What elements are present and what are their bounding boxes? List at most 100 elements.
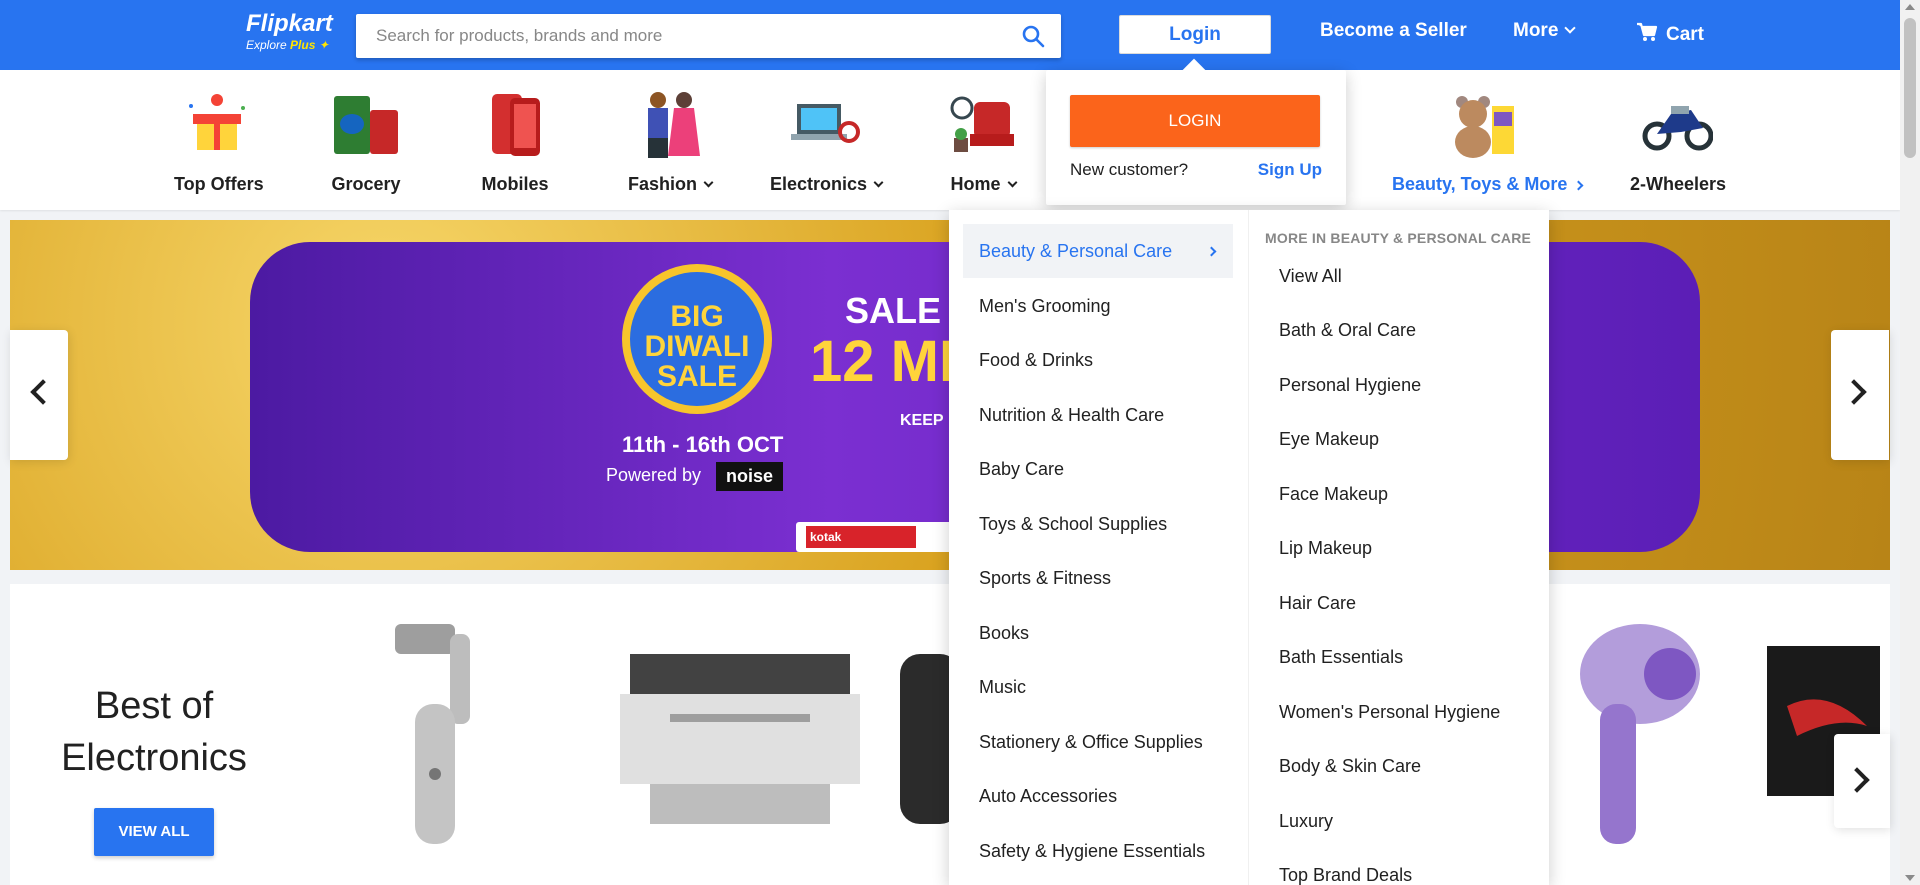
chevron-down-icon: [1564, 22, 1577, 34]
category-grocery[interactable]: Grocery: [328, 88, 404, 195]
category-two-wheelers[interactable]: 2-Wheelers: [1630, 88, 1727, 195]
teddy-icon: [1455, 96, 1514, 158]
mega-menu-primary-list: Beauty & Personal Care Men's Grooming Fo…: [949, 210, 1249, 885]
mega-menu-secondary-list: MORE IN BEAUTY & PERSONAL CARE View All …: [1249, 210, 1549, 885]
submenu-item-eye-makeup[interactable]: Eye Makeup: [1279, 429, 1379, 450]
gift-icon: [189, 94, 245, 150]
banner-prev-button[interactable]: [10, 330, 68, 460]
submenu-item-face-makeup[interactable]: Face Makeup: [1279, 484, 1388, 505]
category-mobiles[interactable]: Mobiles: [480, 88, 550, 195]
banner-headline-large: 12 MI: [810, 329, 956, 394]
submenu-item-bath-oral[interactable]: Bath & Oral Care: [1279, 320, 1416, 341]
banner-subtext: KEEP: [900, 412, 944, 429]
submenu-item-hair-care[interactable]: Hair Care: [1279, 593, 1356, 614]
big-diwali-sale-badge: BIG DIWALI SALE: [622, 264, 772, 414]
logo-brand: Flipkart: [246, 10, 333, 37]
menu-item-auto-accessories[interactable]: Auto Accessories: [979, 786, 1117, 807]
page-scrollbar[interactable]: [1900, 0, 1920, 885]
menu-item-books[interactable]: Books: [979, 623, 1029, 644]
chevron-right-icon: [1841, 379, 1867, 405]
login-dropdown: LOGIN New customer? Sign Up: [1046, 58, 1346, 205]
grocery-icon: [334, 96, 398, 154]
top-header: Flipkart Explore Plus ✦ Login Become a S…: [0, 0, 1920, 70]
submenu-heading: MORE IN BEAUTY & PERSONAL CARE: [1265, 230, 1532, 246]
sponsor-logo: noise: [716, 462, 784, 491]
logo-tagline: Explore Plus ✦: [246, 38, 329, 52]
category-label: Beauty, Toys & More: [1392, 174, 1584, 195]
menu-item-music[interactable]: Music: [979, 677, 1026, 698]
submenu-item-luxury[interactable]: Luxury: [1279, 811, 1333, 832]
chevron-left-icon: [30, 379, 56, 405]
new-customer-text: New customer?: [1070, 160, 1189, 179]
submenu-item-body-skin[interactable]: Body & Skin Care: [1279, 756, 1421, 777]
chevron-down-icon: [703, 177, 714, 188]
menu-item-safety-hygiene[interactable]: Safety & Hygiene Essentials: [979, 841, 1205, 862]
view-all-button[interactable]: VIEW ALL: [94, 808, 214, 856]
plus-star-icon: ✦: [318, 38, 329, 52]
become-seller-link[interactable]: Become a Seller: [1320, 20, 1467, 42]
category-label: Electronics: [770, 174, 884, 195]
submenu-item-top-brand-deals[interactable]: Top Brand Deals: [1279, 865, 1412, 885]
category-label: Grocery: [331, 174, 401, 194]
login-submit-button[interactable]: LOGIN: [1070, 95, 1320, 147]
search-input[interactable]: [376, 14, 996, 58]
category-label: Fashion: [624, 174, 716, 195]
submenu-item-view-all[interactable]: View All: [1279, 266, 1342, 287]
cart-label: Cart: [1666, 24, 1705, 45]
menu-item-mens-grooming[interactable]: Men's Grooming: [979, 296, 1110, 317]
motorbike-icon: [1642, 106, 1713, 151]
submenu-item-lip-makeup[interactable]: Lip Makeup: [1279, 538, 1372, 559]
kotak-logo: kotak: [806, 526, 916, 548]
search-bar: [356, 14, 1061, 58]
scroll-down-icon[interactable]: [1905, 875, 1915, 881]
chevron-right-icon: [1206, 246, 1217, 257]
category-label: Top Offers: [174, 174, 264, 194]
sale-dates: 11th - 16th OCT: [622, 432, 784, 457]
menu-item-food-drinks[interactable]: Food & Drinks: [979, 350, 1093, 371]
scroll-up-icon[interactable]: [1905, 4, 1915, 10]
gimbal-product-image[interactable]: [375, 614, 515, 854]
chevron-down-icon: [873, 177, 884, 188]
submenu-item-bath-essentials[interactable]: Bath Essentials: [1279, 647, 1403, 668]
chevron-down-icon: [1007, 177, 1017, 188]
more-label: More: [1513, 20, 1559, 41]
home-chair-icon: [950, 96, 1014, 152]
category-beauty-toys[interactable]: Beauty, Toys & More: [1392, 88, 1584, 195]
category-home[interactable]: Home: [948, 88, 1018, 195]
category-label: 2-Wheelers: [1630, 174, 1727, 194]
chevron-up-icon: [1573, 180, 1584, 191]
menu-item-baby-care[interactable]: Baby Care: [979, 459, 1064, 480]
menu-item-stationery[interactable]: Stationery & Office Supplies: [979, 732, 1203, 753]
menu-item-beauty-personal-care[interactable]: Beauty & Personal Care: [963, 224, 1233, 278]
hair-dryer-product-image[interactable]: [1550, 614, 1710, 854]
category-label: Mobiles: [481, 174, 549, 194]
printer-product-image[interactable]: [610, 644, 870, 834]
flipkart-logo[interactable]: Flipkart Explore Plus ✦: [246, 11, 346, 57]
search-icon[interactable]: [1021, 24, 1045, 48]
phone-icon: [492, 94, 540, 156]
scrollbar-thumb[interactable]: [1904, 18, 1916, 158]
cart-icon: [1637, 22, 1658, 41]
category-electronics[interactable]: Electronics: [770, 88, 884, 195]
category-top-offers[interactable]: Top Offers: [174, 88, 264, 195]
banner-next-button[interactable]: [1831, 330, 1889, 460]
chevron-right-icon: [1844, 767, 1870, 793]
section-title: Best of Electronics: [61, 685, 247, 779]
section-header: Best of Electronics VIEW ALL: [10, 584, 298, 885]
menu-item-sports-fitness[interactable]: Sports & Fitness: [979, 568, 1111, 589]
menu-item-toys-school[interactable]: Toys & School Supplies: [979, 514, 1167, 535]
cart-link[interactable]: Cart: [1636, 20, 1704, 46]
fashion-icon: [648, 92, 700, 158]
category-strip: Top Offers Grocery Mobiles Fashion Elect…: [0, 70, 1900, 210]
carousel-next-button[interactable]: [1834, 734, 1890, 828]
laptop-icon: [791, 104, 860, 143]
more-menu[interactable]: More: [1513, 20, 1577, 42]
category-fashion[interactable]: Fashion: [624, 88, 716, 195]
submenu-item-personal-hygiene[interactable]: Personal Hygiene: [1279, 375, 1421, 396]
submenu-item-womens-hygiene[interactable]: Women's Personal Hygiene: [1279, 702, 1500, 723]
category-label: Home: [948, 174, 1018, 195]
sign-up-link[interactable]: Sign Up: [1258, 160, 1322, 180]
menu-item-nutrition-health[interactable]: Nutrition & Health Care: [979, 405, 1164, 426]
beauty-mega-menu: Beauty & Personal Care Men's Grooming Fo…: [949, 210, 1549, 885]
login-button[interactable]: Login: [1119, 15, 1271, 54]
